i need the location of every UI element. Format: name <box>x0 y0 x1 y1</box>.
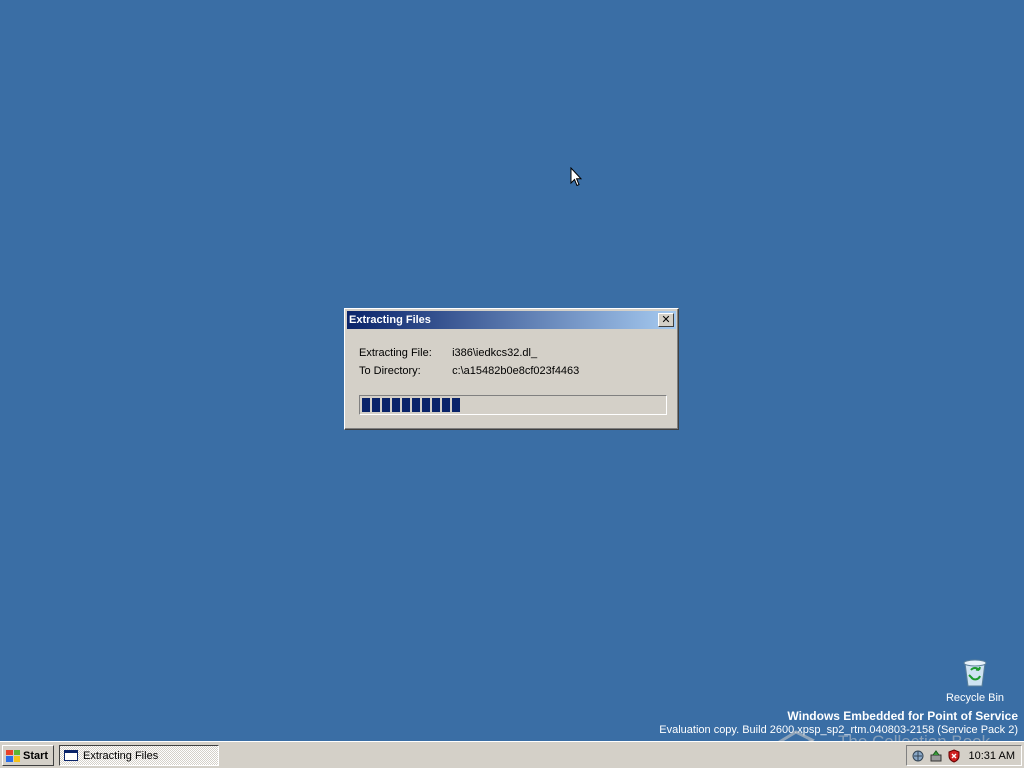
to-directory-value: c:\a15482b0e8cf023f4463 <box>452 365 580 377</box>
close-button[interactable]: ✕ <box>658 313 674 327</box>
mouse-pointer-icon <box>570 167 582 187</box>
safely-remove-icon[interactable] <box>929 749 943 763</box>
edition-watermark: Windows Embedded for Point of Service <box>787 709 1018 723</box>
recycle-bin-icon <box>963 659 987 687</box>
dialog-title: Extracting Files <box>349 314 431 326</box>
taskbar-item-extracting-files[interactable]: Extracting Files <box>59 745 219 766</box>
close-icon: ✕ <box>661 313 671 326</box>
system-tray: 10:31 AM <box>906 745 1022 766</box>
clock[interactable]: 10:31 AM <box>969 750 1021 762</box>
to-directory-row: To Directory: c:\a15482b0e8cf023f4463 <box>359 365 579 377</box>
windows-flag-icon <box>6 749 20 762</box>
taskbar: Start Extracting Files 10:31 AM <box>0 741 1024 768</box>
extracting-file-row: Extracting File: i386\iedkcs32.dl_ <box>359 347 537 359</box>
extracting-file-label: Extracting File: <box>359 347 432 359</box>
taskbar-item-label: Extracting Files <box>83 749 159 762</box>
window-icon <box>64 750 78 761</box>
to-directory-label: To Directory: <box>359 365 421 377</box>
network-icon[interactable] <box>911 749 925 763</box>
extracting-file-value: i386\iedkcs32.dl_ <box>452 347 538 359</box>
extracting-files-dialog: Extracting Files ✕ Extracting File: i386… <box>344 308 679 430</box>
security-shield-icon[interactable] <box>947 748 961 763</box>
recycle-bin[interactable]: Recycle Bin <box>944 656 1006 704</box>
progress-fill <box>362 398 460 412</box>
build-watermark: Evaluation copy. Build 2600.xpsp_sp2_rtm… <box>659 724 1018 736</box>
dialog-titlebar[interactable]: Extracting Files ✕ <box>347 311 676 329</box>
recycle-bin-label: Recycle Bin <box>945 692 1005 704</box>
start-button[interactable]: Start <box>2 745 54 766</box>
start-label: Start <box>23 749 49 762</box>
extraction-progress-bar <box>359 395 667 415</box>
